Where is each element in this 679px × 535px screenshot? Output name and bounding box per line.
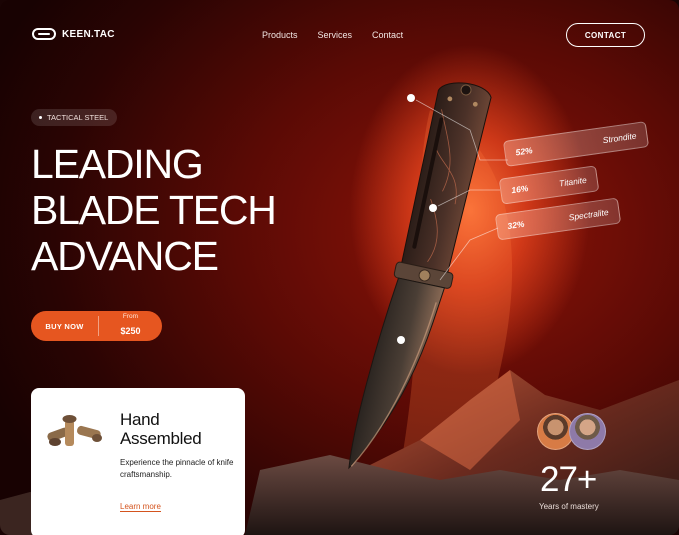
rock-back (330, 370, 679, 535)
category-tag: TACTICAL STEEL (31, 109, 118, 126)
material-label-titanite: 16% Titanite (498, 165, 600, 205)
contact-button[interactable]: CONTACT (566, 23, 645, 47)
headline-line-1: LEADING (31, 141, 204, 187)
years-value: 27+ (540, 460, 597, 499)
nav-item-contact[interactable]: Contact (372, 30, 403, 40)
price-value: $250 (120, 326, 141, 337)
knife (348, 82, 492, 470)
tag-label: TACTICAL STEEL (47, 113, 109, 122)
material-label-strondite: 52% Strondite (502, 121, 650, 167)
nav-item-services[interactable]: Services (318, 30, 353, 40)
nav-item-products[interactable]: Products (262, 30, 298, 40)
years-label: Years of mastery (539, 502, 599, 511)
material-label-spectralite: 32% Spectralite (494, 197, 622, 241)
material-name: Strondite (602, 130, 638, 146)
avatar (569, 413, 606, 450)
material-percent: 16% (510, 182, 529, 196)
hero-headline: LEADING BLADE TECH ADVANCE (31, 141, 277, 279)
material-percent: 52% (514, 145, 534, 158)
price-from-label: From (122, 312, 139, 320)
price-block: From $250 (99, 312, 162, 339)
rock-front (245, 455, 679, 535)
card-title-line-2: Assembled (120, 429, 202, 448)
material-percent: 32% (506, 218, 526, 232)
brand-name: KEEN.TAC (62, 28, 115, 40)
buy-now-button[interactable]: BUY NOW From $250 (31, 311, 162, 341)
headline-line-2: BLADE TECH (31, 187, 277, 233)
blade-logo-icon (32, 28, 56, 40)
screw-bolts-icon (47, 415, 102, 446)
brand-logo[interactable]: KEEN.TAC (32, 28, 115, 40)
card-description: Experience the pinnacle of knife craftsm… (120, 458, 234, 479)
learn-more-link[interactable]: Learn more (120, 502, 161, 512)
headline-line-3: ADVANCE (31, 233, 219, 279)
card-title: Hand Assembled (120, 410, 202, 448)
feature-card: Hand Assembled Experience the pinnacle o… (31, 388, 245, 535)
landing-page: KEEN.TAC Products Services Contact CONTA… (0, 0, 679, 535)
material-name: Spectralite (568, 206, 610, 223)
buy-now-label: BUY NOW (45, 321, 84, 331)
material-name: Titanite (558, 174, 588, 189)
main-nav: Products Services Contact (262, 30, 403, 40)
card-title-line-1: Hand (120, 410, 160, 429)
dot-icon (39, 116, 42, 119)
